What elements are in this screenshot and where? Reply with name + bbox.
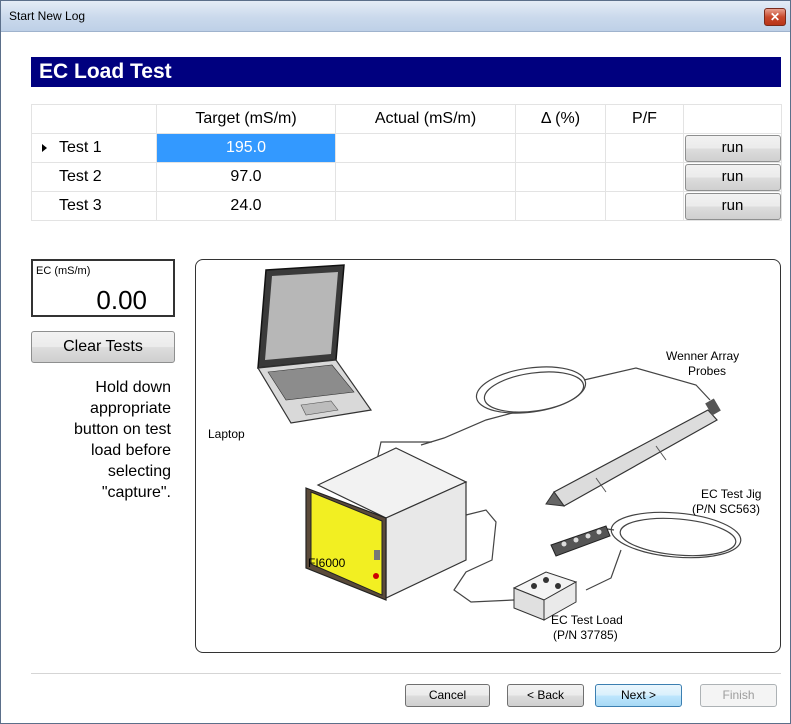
instruction-line: load before [90,442,171,459]
laptop-label: Laptop [208,427,245,441]
device-label: FI6000 [308,556,346,570]
delta-cell[interactable] [515,162,606,192]
delta-cell[interactable] [515,191,606,221]
setup-diagram: Laptop FI6000 Wenner Array Probes EC Tes… [195,259,781,653]
column-header-action [683,104,782,134]
ec-readout: EC (mS/m) 0.00 [31,259,175,317]
instruction-line: selecting [107,463,171,480]
row-header-column [31,104,157,134]
load-label-line1: EC Test Load [551,613,623,627]
probes-label-line1: Wenner Array [666,349,739,363]
instruction-line: Hold down [95,379,171,396]
instruction-line: appropriate [90,400,171,417]
window-title: Start New Log [9,9,86,23]
row-name: Test 3 [59,197,102,214]
table-row[interactable]: Test 3 24.0 run [31,191,782,221]
pf-cell[interactable] [605,133,684,163]
table-header-row: Target (mS/m) Actual (mS/m) Δ (%) P/F [31,104,782,134]
row-name: Test 2 [59,168,102,185]
load-label-line2: (P/N 37785) [553,628,618,642]
close-icon[interactable]: ✕ [764,8,786,26]
actual-cell[interactable] [335,162,516,192]
table-row[interactable]: Test 2 97.0 run [31,162,782,192]
cancel-button[interactable]: Cancel [405,684,490,707]
laptop-icon [256,264,373,424]
column-header-delta[interactable]: Δ (%) [515,104,606,134]
pf-cell[interactable] [605,162,684,192]
instructions-text: Hold down appropriate button on test loa… [31,377,171,503]
action-cell: run [683,133,782,163]
run-button[interactable]: run [684,164,781,191]
row-header[interactable]: Test 2 [31,162,157,192]
run-button[interactable]: run [684,193,781,220]
target-cell[interactable]: 195.0 [156,133,336,163]
actual-cell[interactable] [335,133,516,163]
current-row-arrow-icon [42,143,47,152]
finish-button[interactable]: Finish [700,684,777,707]
clear-tests-button[interactable]: Clear Tests [31,331,175,363]
target-cell[interactable]: 24.0 [156,191,336,221]
actual-cell[interactable] [335,191,516,221]
fi6000-device-icon [305,447,468,601]
table-row[interactable]: Test 1 195.0 run [31,133,782,163]
instruction-line: "capture". [101,484,171,501]
test-table: Target (mS/m) Actual (mS/m) Δ (%) P/F Te… [31,104,782,221]
run-button[interactable]: run [684,135,781,162]
ec-value: 0.00 [96,285,147,315]
setup-illustration: Laptop FI6000 Wenner Array Probes EC Tes… [208,264,761,642]
row-name: Test 1 [59,139,102,156]
ec-label: EC (mS/m) [36,265,91,277]
cable [420,411,517,446]
action-cell: run [683,191,782,221]
column-header-target[interactable]: Target (mS/m) [156,104,336,134]
wenner-probe-icon [545,398,721,507]
delta-cell[interactable] [515,133,606,163]
jig-label-line2: (P/N SC563) [692,502,760,516]
jig-label-line1: EC Test Jig [701,487,761,501]
next-button[interactable]: Next > [595,684,682,707]
instruction-line: button on test [74,421,171,438]
ec-test-jig-icon [550,525,611,557]
column-header-actual[interactable]: Actual (mS/m) [335,104,516,134]
page-title: EC Load Test [31,57,781,87]
row-header[interactable]: Test 1 [31,133,157,163]
dialog-window: Start New Log ✕ EC Load Test Target (mS/… [0,0,791,724]
action-cell: run [683,162,782,192]
target-cell[interactable]: 97.0 [156,162,336,192]
pf-cell[interactable] [605,191,684,221]
row-header[interactable]: Test 3 [31,191,157,221]
title-bar: Start New Log ✕ [1,1,790,32]
back-button[interactable]: < Back [507,684,584,707]
footer-separator [31,673,781,674]
column-header-pf[interactable]: P/F [605,104,684,134]
probes-label-line2: Probes [688,364,726,378]
